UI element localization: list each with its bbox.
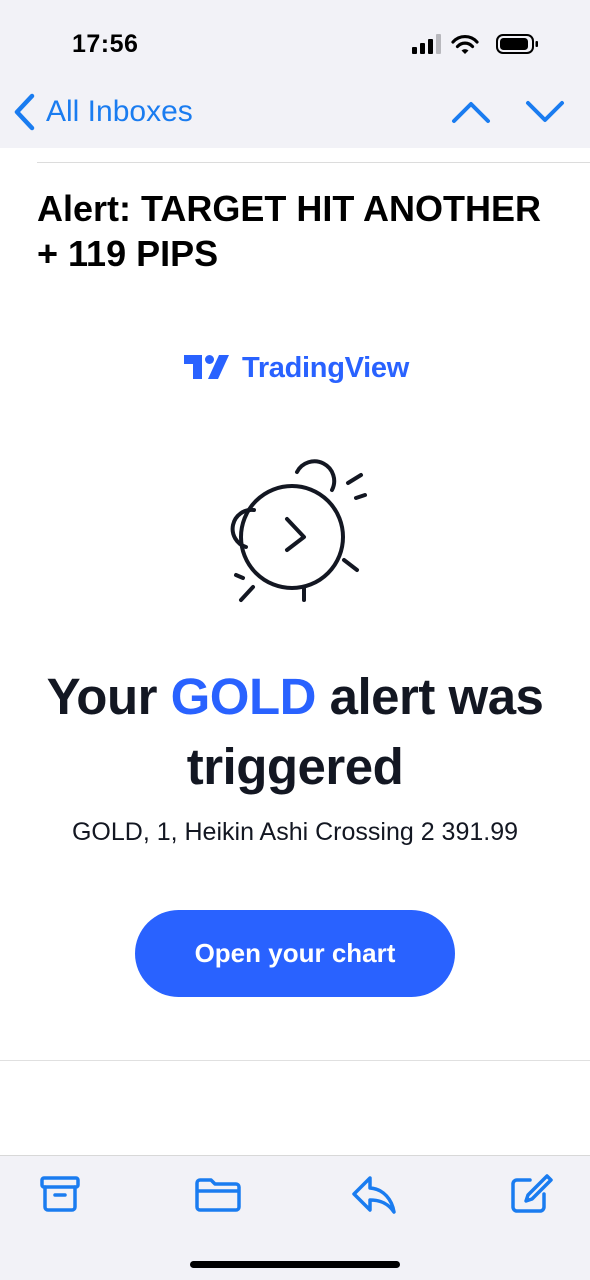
alert-headline: Your GOLD alert was triggered bbox=[0, 662, 590, 802]
headline-prefix: Your bbox=[46, 668, 158, 725]
next-message-button[interactable] bbox=[525, 94, 565, 130]
tradingview-logo[interactable]: TradingView bbox=[184, 348, 409, 388]
body-divider bbox=[0, 1060, 590, 1061]
email-subject: Alert: TARGET HIT ANOTHER + 119 PIPS bbox=[37, 188, 541, 274]
chevron-down-icon bbox=[526, 101, 564, 122]
move-to-folder-button[interactable] bbox=[193, 1172, 241, 1216]
reply-icon bbox=[352, 1176, 396, 1214]
wifi-icon bbox=[451, 35, 479, 54]
chevron-left-icon bbox=[14, 93, 35, 131]
battery-icon bbox=[496, 34, 538, 54]
back-to-all-inboxes[interactable]: All Inboxes bbox=[12, 92, 193, 132]
compose-icon bbox=[511, 1174, 553, 1213]
archive-icon bbox=[40, 1176, 80, 1212]
alarm-clock-icon bbox=[218, 458, 374, 608]
status-time: 17:56 bbox=[72, 30, 139, 58]
back-label: All Inboxes bbox=[46, 95, 193, 128]
home-indicator[interactable] bbox=[190, 1261, 400, 1268]
status-icons bbox=[412, 32, 542, 56]
alert-detail: GOLD, 1, Heikin Ashi Crossing 2 391.99 bbox=[71, 818, 519, 846]
previous-message-button[interactable] bbox=[451, 94, 491, 130]
headline-symbol: GOLD bbox=[170, 668, 317, 725]
cellular-signal-icon bbox=[412, 34, 441, 54]
folder-icon bbox=[195, 1178, 241, 1212]
tradingview-logo-icon bbox=[184, 355, 229, 379]
reply-button[interactable] bbox=[350, 1172, 398, 1216]
logo-name: TradingView bbox=[242, 351, 409, 384]
archive-button[interactable] bbox=[37, 1172, 85, 1216]
open-chart-button[interactable]: Open your chart bbox=[135, 910, 455, 997]
header-divider bbox=[37, 162, 590, 163]
chevron-up-icon bbox=[452, 102, 490, 123]
compose-button[interactable] bbox=[508, 1172, 556, 1216]
